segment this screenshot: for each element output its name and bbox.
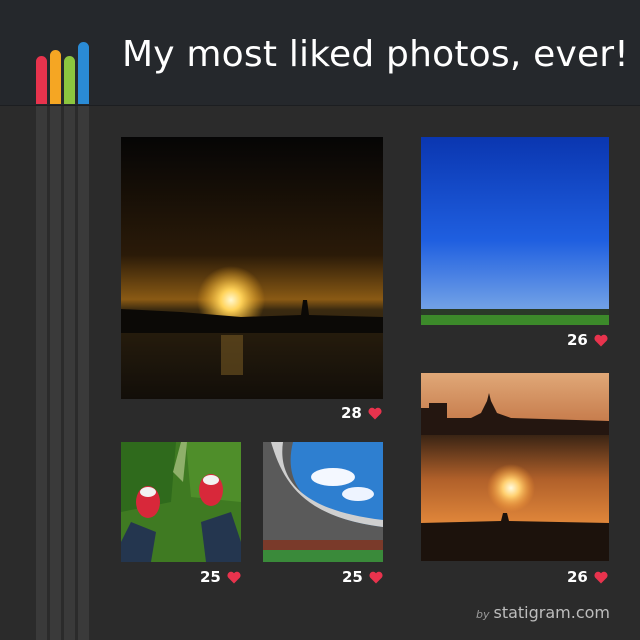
likes-count-1: 28: [341, 404, 382, 422]
likes-number: 25: [342, 568, 363, 586]
stadium-photo-icon: [263, 442, 383, 562]
likes-count-3: 25: [200, 568, 241, 586]
photo-stadium[interactable]: [263, 442, 383, 562]
likes-count-5: 26: [567, 568, 608, 586]
city-sunset-photo-icon: [421, 373, 609, 561]
photo-red-sneakers[interactable]: [121, 442, 241, 562]
photo-sunset-lake[interactable]: [121, 137, 383, 399]
sneakers-photo-icon: [121, 442, 241, 562]
likes-count-4: 25: [342, 568, 383, 586]
decorative-stripes: [0, 106, 100, 640]
heart-icon[interactable]: [369, 571, 383, 584]
statigram-logo-icon: [0, 0, 100, 106]
header: My most liked photos, ever!: [0, 0, 640, 106]
footer-by: by: [475, 608, 490, 621]
heart-icon[interactable]: [368, 407, 382, 420]
sunset-lake-photo-icon: [121, 137, 383, 399]
likes-number: 26: [567, 568, 588, 586]
heart-icon[interactable]: [594, 571, 608, 584]
likes-number: 25: [200, 568, 221, 586]
heart-icon[interactable]: [594, 334, 608, 347]
likes-count-2: 26: [567, 331, 608, 349]
photo-blue-sky-field[interactable]: [421, 137, 609, 325]
footer-credit[interactable]: by statigram.com: [476, 603, 610, 622]
page-title: My most liked photos, ever!: [122, 34, 629, 75]
heart-icon[interactable]: [227, 571, 241, 584]
likes-number: 28: [341, 404, 362, 422]
footer-brand-link[interactable]: statigram.com: [493, 603, 610, 622]
photo-orange-sunset-city[interactable]: [421, 373, 609, 561]
blue-sky-photo-icon: [421, 137, 609, 325]
likes-number: 26: [567, 331, 588, 349]
